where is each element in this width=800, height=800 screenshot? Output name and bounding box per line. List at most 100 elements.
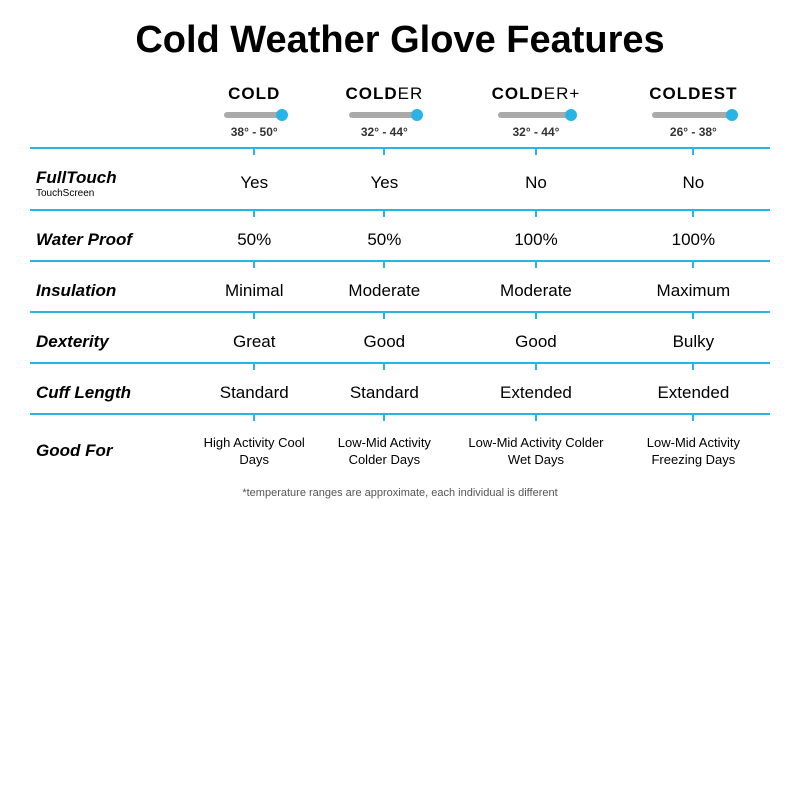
value-cell-2-0: Minimal bbox=[195, 271, 313, 312]
data-row-0: FullTouchTouchScreenYesYesNoNo bbox=[30, 158, 770, 210]
col-colder-header: COLDER 32° - 44° bbox=[313, 80, 455, 148]
value-cell-5-1: Low-Mid Activity Colder Days bbox=[313, 424, 455, 479]
footnote: *temperature ranges are approximate, eac… bbox=[30, 487, 770, 499]
value-cell-1-0: 50% bbox=[195, 220, 313, 261]
value-cell-1-1: 50% bbox=[313, 220, 455, 261]
divider-cell-3-1 bbox=[195, 312, 313, 322]
divider-cell-0-3 bbox=[455, 148, 617, 158]
col-colderplus-header: COLDER+ 32° - 44° bbox=[455, 80, 617, 148]
feature-label-1: Water Proof bbox=[30, 220, 195, 261]
col-colderplus-label: COLDER+ bbox=[461, 84, 611, 104]
divider-row-0 bbox=[30, 148, 770, 158]
divider-cell-2-4 bbox=[617, 261, 770, 271]
divider-row-1 bbox=[30, 210, 770, 220]
divider-cell-4-4 bbox=[617, 363, 770, 373]
col-cold-thermo bbox=[201, 108, 307, 122]
divider-cell-1-3 bbox=[455, 210, 617, 220]
table-wrapper: COLD 38° - 50° COLDER bbox=[30, 80, 770, 790]
value-cell-0-0: Yes bbox=[195, 158, 313, 210]
value-cell-3-1: Good bbox=[313, 322, 455, 363]
col-cold-header: COLD 38° - 50° bbox=[195, 80, 313, 148]
divider-cell-1-4 bbox=[617, 210, 770, 220]
divider-cell-5-3 bbox=[455, 414, 617, 424]
divider-cell-4-2 bbox=[313, 363, 455, 373]
divider-cell-0-1 bbox=[195, 148, 313, 158]
col-colder-label: COLDER bbox=[319, 84, 449, 104]
data-row-1: Water Proof50%50%100%100% bbox=[30, 220, 770, 261]
divider-cell-4-0 bbox=[30, 363, 195, 373]
divider-cell-5-4 bbox=[617, 414, 770, 424]
value-cell-5-3: Low-Mid Activity Freezing Days bbox=[617, 424, 770, 479]
features-table: COLD 38° - 50° COLDER bbox=[30, 80, 770, 479]
value-cell-1-2: 100% bbox=[455, 220, 617, 261]
thermo-dot-colderplus bbox=[565, 109, 577, 121]
divider-cell-5-2 bbox=[313, 414, 455, 424]
feature-label-2: Insulation bbox=[30, 271, 195, 312]
divider-cell-2-1 bbox=[195, 261, 313, 271]
page: Cold Weather Glove Features COLD bbox=[0, 0, 800, 800]
divider-row-2 bbox=[30, 261, 770, 271]
feature-label-4: Cuff Length bbox=[30, 373, 195, 414]
thermo-track-cold bbox=[224, 112, 284, 118]
divider-row-3 bbox=[30, 312, 770, 322]
divider-cell-0-2 bbox=[313, 148, 455, 158]
divider-cell-1-0 bbox=[30, 210, 195, 220]
value-cell-3-2: Good bbox=[455, 322, 617, 363]
page-title: Cold Weather Glove Features bbox=[135, 20, 664, 62]
divider-cell-3-3 bbox=[455, 312, 617, 322]
divider-cell-2-2 bbox=[313, 261, 455, 271]
divider-cell-4-1 bbox=[195, 363, 313, 373]
value-cell-4-0: Standard bbox=[195, 373, 313, 414]
col-colderplus-temp: 32° - 44° bbox=[461, 125, 611, 139]
col-coldest-thermo bbox=[623, 108, 764, 122]
thermo-dot-colder bbox=[411, 109, 423, 121]
thermo-dot-coldest bbox=[726, 109, 738, 121]
feature-label-3: Dexterity bbox=[30, 322, 195, 363]
divider-cell-2-3 bbox=[455, 261, 617, 271]
divider-row-5 bbox=[30, 414, 770, 424]
col-cold-label: COLD bbox=[201, 84, 307, 104]
value-cell-0-3: No bbox=[617, 158, 770, 210]
col-coldest-temp: 26° - 38° bbox=[623, 125, 764, 139]
divider-cell-3-4 bbox=[617, 312, 770, 322]
data-row-4: Cuff LengthStandardStandardExtendedExten… bbox=[30, 373, 770, 414]
col-cold-temp: 38° - 50° bbox=[201, 125, 307, 139]
header-row: COLD 38° - 50° COLDER bbox=[30, 80, 770, 148]
feature-label-0: FullTouchTouchScreen bbox=[30, 158, 195, 210]
divider-cell-4-3 bbox=[455, 363, 617, 373]
value-cell-3-3: Bulky bbox=[617, 322, 770, 363]
value-cell-2-1: Moderate bbox=[313, 271, 455, 312]
divider-cell-1-1 bbox=[195, 210, 313, 220]
divider-cell-3-0 bbox=[30, 312, 195, 322]
divider-row-4 bbox=[30, 363, 770, 373]
col-coldest-label: coldEST bbox=[623, 84, 764, 104]
value-cell-1-3: 100% bbox=[617, 220, 770, 261]
value-cell-2-2: Moderate bbox=[455, 271, 617, 312]
divider-cell-0-0 bbox=[30, 148, 195, 158]
value-cell-0-1: Yes bbox=[313, 158, 455, 210]
divider-cell-1-2 bbox=[313, 210, 455, 220]
thermo-track-colder bbox=[349, 112, 419, 118]
value-cell-2-3: Maximum bbox=[617, 271, 770, 312]
divider-cell-2-0 bbox=[30, 261, 195, 271]
data-row-2: InsulationMinimalModerateModerateMaximum bbox=[30, 271, 770, 312]
thermo-track-coldest bbox=[652, 112, 734, 118]
divider-cell-3-2 bbox=[313, 312, 455, 322]
value-cell-4-2: Extended bbox=[455, 373, 617, 414]
value-cell-3-0: Great bbox=[195, 322, 313, 363]
col-colderplus-thermo bbox=[461, 108, 611, 122]
thermo-track-colderplus bbox=[498, 112, 573, 118]
value-cell-5-2: Low-Mid Activity Colder Wet Days bbox=[455, 424, 617, 479]
divider-cell-5-0 bbox=[30, 414, 195, 424]
feature-col-header bbox=[30, 80, 195, 148]
col-coldest-header: coldEST 26° - 38° bbox=[617, 80, 770, 148]
value-cell-5-0: High Activity Cool Days bbox=[195, 424, 313, 479]
thermo-dot-cold bbox=[276, 109, 288, 121]
value-cell-4-1: Standard bbox=[313, 373, 455, 414]
value-cell-0-2: No bbox=[455, 158, 617, 210]
data-row-5: Good ForHigh Activity Cool DaysLow-Mid A… bbox=[30, 424, 770, 479]
col-colder-thermo bbox=[319, 108, 449, 122]
col-colder-temp: 32° - 44° bbox=[319, 125, 449, 139]
feature-label-5: Good For bbox=[30, 424, 195, 479]
data-row-3: DexterityGreatGoodGoodBulky bbox=[30, 322, 770, 363]
